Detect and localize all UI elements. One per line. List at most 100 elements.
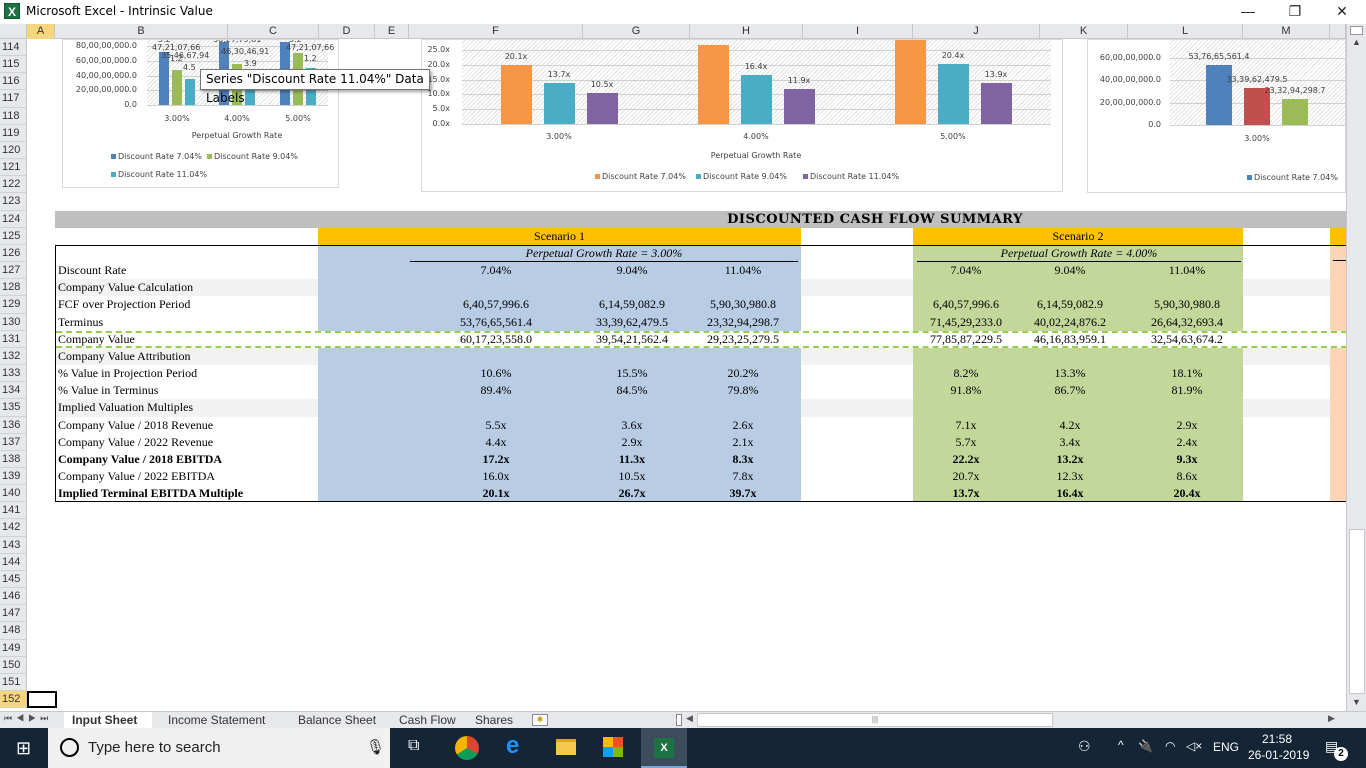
row-header-144[interactable]: 144: [0, 553, 27, 571]
bar[interactable]: [586, 92, 618, 124]
row-header-122[interactable]: 122: [0, 176, 27, 194]
value-cell[interactable]: 40,02,24,876.2: [1010, 314, 1130, 331]
row-header-145[interactable]: 145: [0, 570, 27, 589]
row-header-130[interactable]: 130: [0, 313, 27, 331]
value-cell[interactable]: 6,40,57,996.6: [906, 296, 1026, 313]
file-explorer-icon[interactable]: [556, 739, 576, 755]
bar[interactable]: [172, 70, 182, 105]
battery-icon[interactable]: 🔌: [1138, 739, 1153, 753]
value-cell[interactable]: 84.5%: [572, 382, 692, 399]
row-header-150[interactable]: 150: [0, 656, 27, 674]
row-header-139[interactable]: 139: [0, 468, 27, 486]
row-header-146[interactable]: 146: [0, 588, 27, 606]
value-cell[interactable]: 2.6x: [683, 417, 803, 434]
chrome-icon[interactable]: [455, 736, 479, 760]
value-cell[interactable]: 46,16,83,959.1: [1010, 331, 1130, 348]
value-cell[interactable]: 8.2%: [906, 365, 1026, 382]
value-cell[interactable]: 79.8%: [683, 382, 803, 399]
row-header-114[interactable]: 114: [0, 39, 27, 57]
value-cell[interactable]: 10.5x: [572, 468, 692, 485]
store-icon[interactable]: [603, 737, 623, 757]
row-header-142[interactable]: 142: [0, 519, 27, 537]
value-cell[interactable]: 91.8%: [906, 382, 1026, 399]
value-cell[interactable]: 53,76,65,561.4: [436, 314, 556, 331]
value-cell[interactable]: 77,85,87,229.5: [906, 331, 1026, 348]
row-header-143[interactable]: 143: [0, 536, 27, 554]
restore-button[interactable]: ❐: [1273, 0, 1317, 22]
column-header-L[interactable]: L: [1128, 24, 1243, 39]
column-header-K[interactable]: K: [1040, 24, 1128, 39]
value-cell[interactable]: 7.1x: [906, 417, 1026, 434]
row-header-151[interactable]: 151: [0, 673, 27, 692]
row-header-117[interactable]: 117: [0, 90, 27, 108]
value-cell[interactable]: 6,40,57,996.6: [436, 296, 556, 313]
row-header-118[interactable]: 118: [0, 107, 27, 125]
legend-item[interactable]: Discount Rate 9.04%: [696, 172, 787, 181]
value-cell[interactable]: 7.8x: [683, 468, 803, 485]
show-hidden-icons-icon[interactable]: ^: [1118, 738, 1124, 752]
row-header-121[interactable]: 121: [0, 159, 27, 177]
bar[interactable]: [697, 44, 729, 124]
row-header-140[interactable]: 140: [0, 485, 27, 503]
legend-item[interactable]: Discount Rate 11.04%: [111, 170, 207, 179]
bar[interactable]: [783, 88, 815, 124]
value-cell[interactable]: 20.4x: [1127, 485, 1247, 502]
value-cell[interactable]: 60,17,23,558.0: [436, 331, 556, 348]
value-cell[interactable]: 11.04%: [683, 262, 803, 279]
value-cell[interactable]: 2.9x: [572, 434, 692, 451]
value-cell[interactable]: 2.1x: [683, 434, 803, 451]
edge-icon[interactable]: e: [506, 732, 519, 760]
row-header-148[interactable]: 148: [0, 622, 27, 640]
bar[interactable]: [159, 52, 169, 105]
row-header-136[interactable]: 136: [0, 416, 27, 434]
value-cell[interactable]: 3.6x: [572, 417, 692, 434]
value-cell[interactable]: 20.2%: [683, 365, 803, 382]
horizontal-scrollbar-thumb[interactable]: |||: [697, 713, 1053, 727]
legend-item[interactable]: Discount Rate 7.04%: [595, 172, 686, 181]
row-header-119[interactable]: 119: [0, 124, 27, 142]
tab-income-statement[interactable]: Income Statement: [168, 712, 265, 728]
value-cell[interactable]: 9.3x: [1127, 451, 1247, 468]
value-cell[interactable]: 26,64,32,693.4: [1127, 314, 1247, 331]
value-cell[interactable]: 5,90,30,980.8: [683, 296, 803, 313]
row-header-134[interactable]: 134: [0, 382, 27, 400]
clock-time[interactable]: 21:58: [1262, 732, 1292, 746]
chart-2[interactable]: 25.0x 20.0x 15.0x 10.0x 5.0x 0.0x 3.00% 20.1x 13…: [421, 39, 1063, 192]
language-indicator[interactable]: ENG: [1213, 740, 1239, 754]
value-cell[interactable]: 10.6%: [436, 365, 556, 382]
row-header-129[interactable]: 129: [0, 296, 27, 314]
value-cell[interactable]: 2.4x: [1127, 434, 1247, 451]
value-cell[interactable]: 11.04%: [1127, 262, 1247, 279]
excel-taskbar-button[interactable]: X: [641, 728, 687, 768]
tab-cash-flow[interactable]: Cash Flow: [399, 712, 456, 728]
value-cell[interactable]: 33,39,62,479.5: [572, 314, 692, 331]
legend-item[interactable]: Discount Rate 9.04%: [207, 152, 298, 161]
row-header-131[interactable]: 131: [0, 330, 27, 348]
value-cell[interactable]: 13.3%: [1010, 365, 1130, 382]
scroll-down-arrow-icon[interactable]: ▼: [1352, 697, 1361, 707]
tab-shares[interactable]: Shares: [475, 712, 513, 728]
row-header-127[interactable]: 127: [0, 262, 27, 280]
value-cell[interactable]: 32,54,63,674.2: [1127, 331, 1247, 348]
row-header-128[interactable]: 128: [0, 279, 27, 297]
value-cell[interactable]: 39.7x: [683, 485, 803, 502]
row-header-152[interactable]: 152: [0, 691, 27, 709]
value-cell[interactable]: 81.9%: [1127, 382, 1247, 399]
value-cell[interactable]: 5.7x: [906, 434, 1026, 451]
value-cell[interactable]: 9.04%: [1010, 262, 1130, 279]
volume-muted-icon[interactable]: ◁×: [1186, 739, 1202, 753]
value-cell[interactable]: 4.4x: [436, 434, 556, 451]
row-header-138[interactable]: 138: [0, 450, 27, 468]
value-cell[interactable]: 17.2x: [436, 451, 556, 468]
value-cell[interactable]: 20.1x: [436, 485, 556, 502]
row-header-124[interactable]: 124: [0, 210, 27, 228]
value-cell[interactable]: 6,14,59,082.9: [572, 296, 692, 313]
scrollbar-thumb[interactable]: [1349, 529, 1365, 694]
row-header-147[interactable]: 147: [0, 605, 27, 623]
row-header-125[interactable]: 125: [0, 227, 27, 245]
selected-cell-A152[interactable]: [27, 691, 57, 709]
value-cell[interactable]: 22.2x: [906, 451, 1026, 468]
value-cell[interactable]: 4.2x: [1010, 417, 1130, 434]
vertical-scrollbar[interactable]: ▲ ▼: [1346, 24, 1366, 711]
row-header-133[interactable]: 133: [0, 365, 27, 383]
